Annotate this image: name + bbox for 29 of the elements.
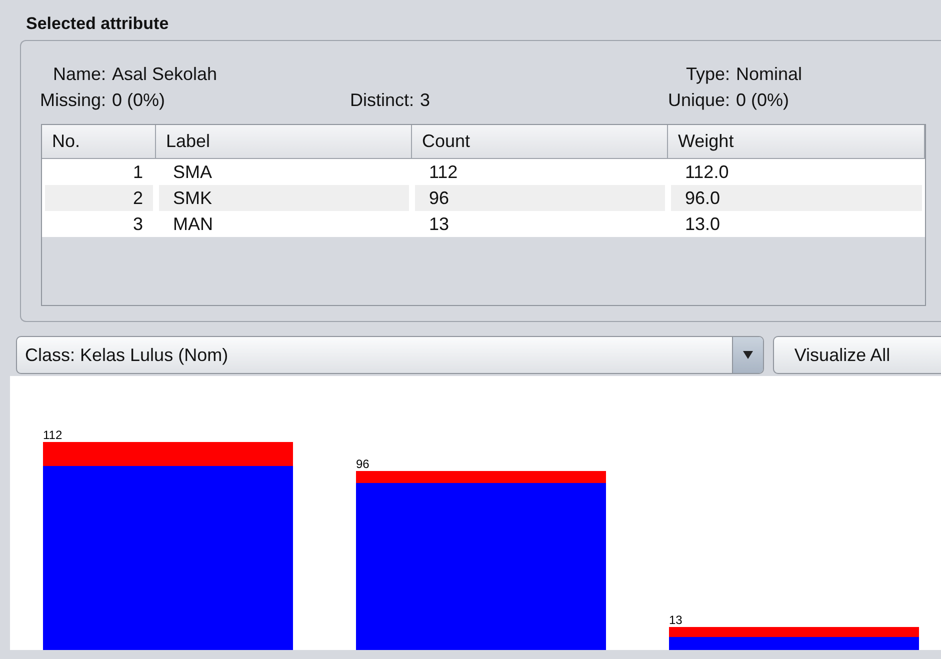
table-cell: SMK [156,185,412,211]
class-dropdown[interactable]: Class: Kelas Lulus (Nom) [16,336,764,374]
bar-value-label: 112 [43,428,62,442]
info-value: 3 [420,90,430,110]
info-value: 0 (0%) [112,90,166,110]
table-cell: MAN [156,211,412,237]
table-cell: 13.0 [668,211,925,237]
info-label: Unique: [666,90,730,110]
table-cell: 13 [412,211,668,237]
info-label: Name: [52,64,106,84]
table-cell: 96 [412,185,668,211]
table-cell: 2 [42,185,156,211]
visualize-all-button[interactable]: Visualize All [773,336,941,374]
info-label: Missing: [38,90,106,110]
info-value: Nominal [736,64,802,84]
dropdown-arrow-icon [743,351,754,359]
column-header[interactable]: Label [156,125,412,158]
info-value: Asal Sekolah [112,64,218,84]
info-value: 0 (0%) [736,90,790,110]
column-header[interactable]: Count [412,125,668,158]
bar-value-label: 13 [669,613,682,627]
table-cell: 96.0 [668,185,925,211]
info-label: Distinct: [350,90,414,110]
info-label: Type: [684,64,730,84]
panel-title: Selected attribute [26,14,170,35]
bar-value-label: 96 [356,457,370,471]
column-header[interactable]: Weight [668,125,925,158]
table-cell: 3 [42,211,156,237]
column-header[interactable]: No. [42,125,156,158]
